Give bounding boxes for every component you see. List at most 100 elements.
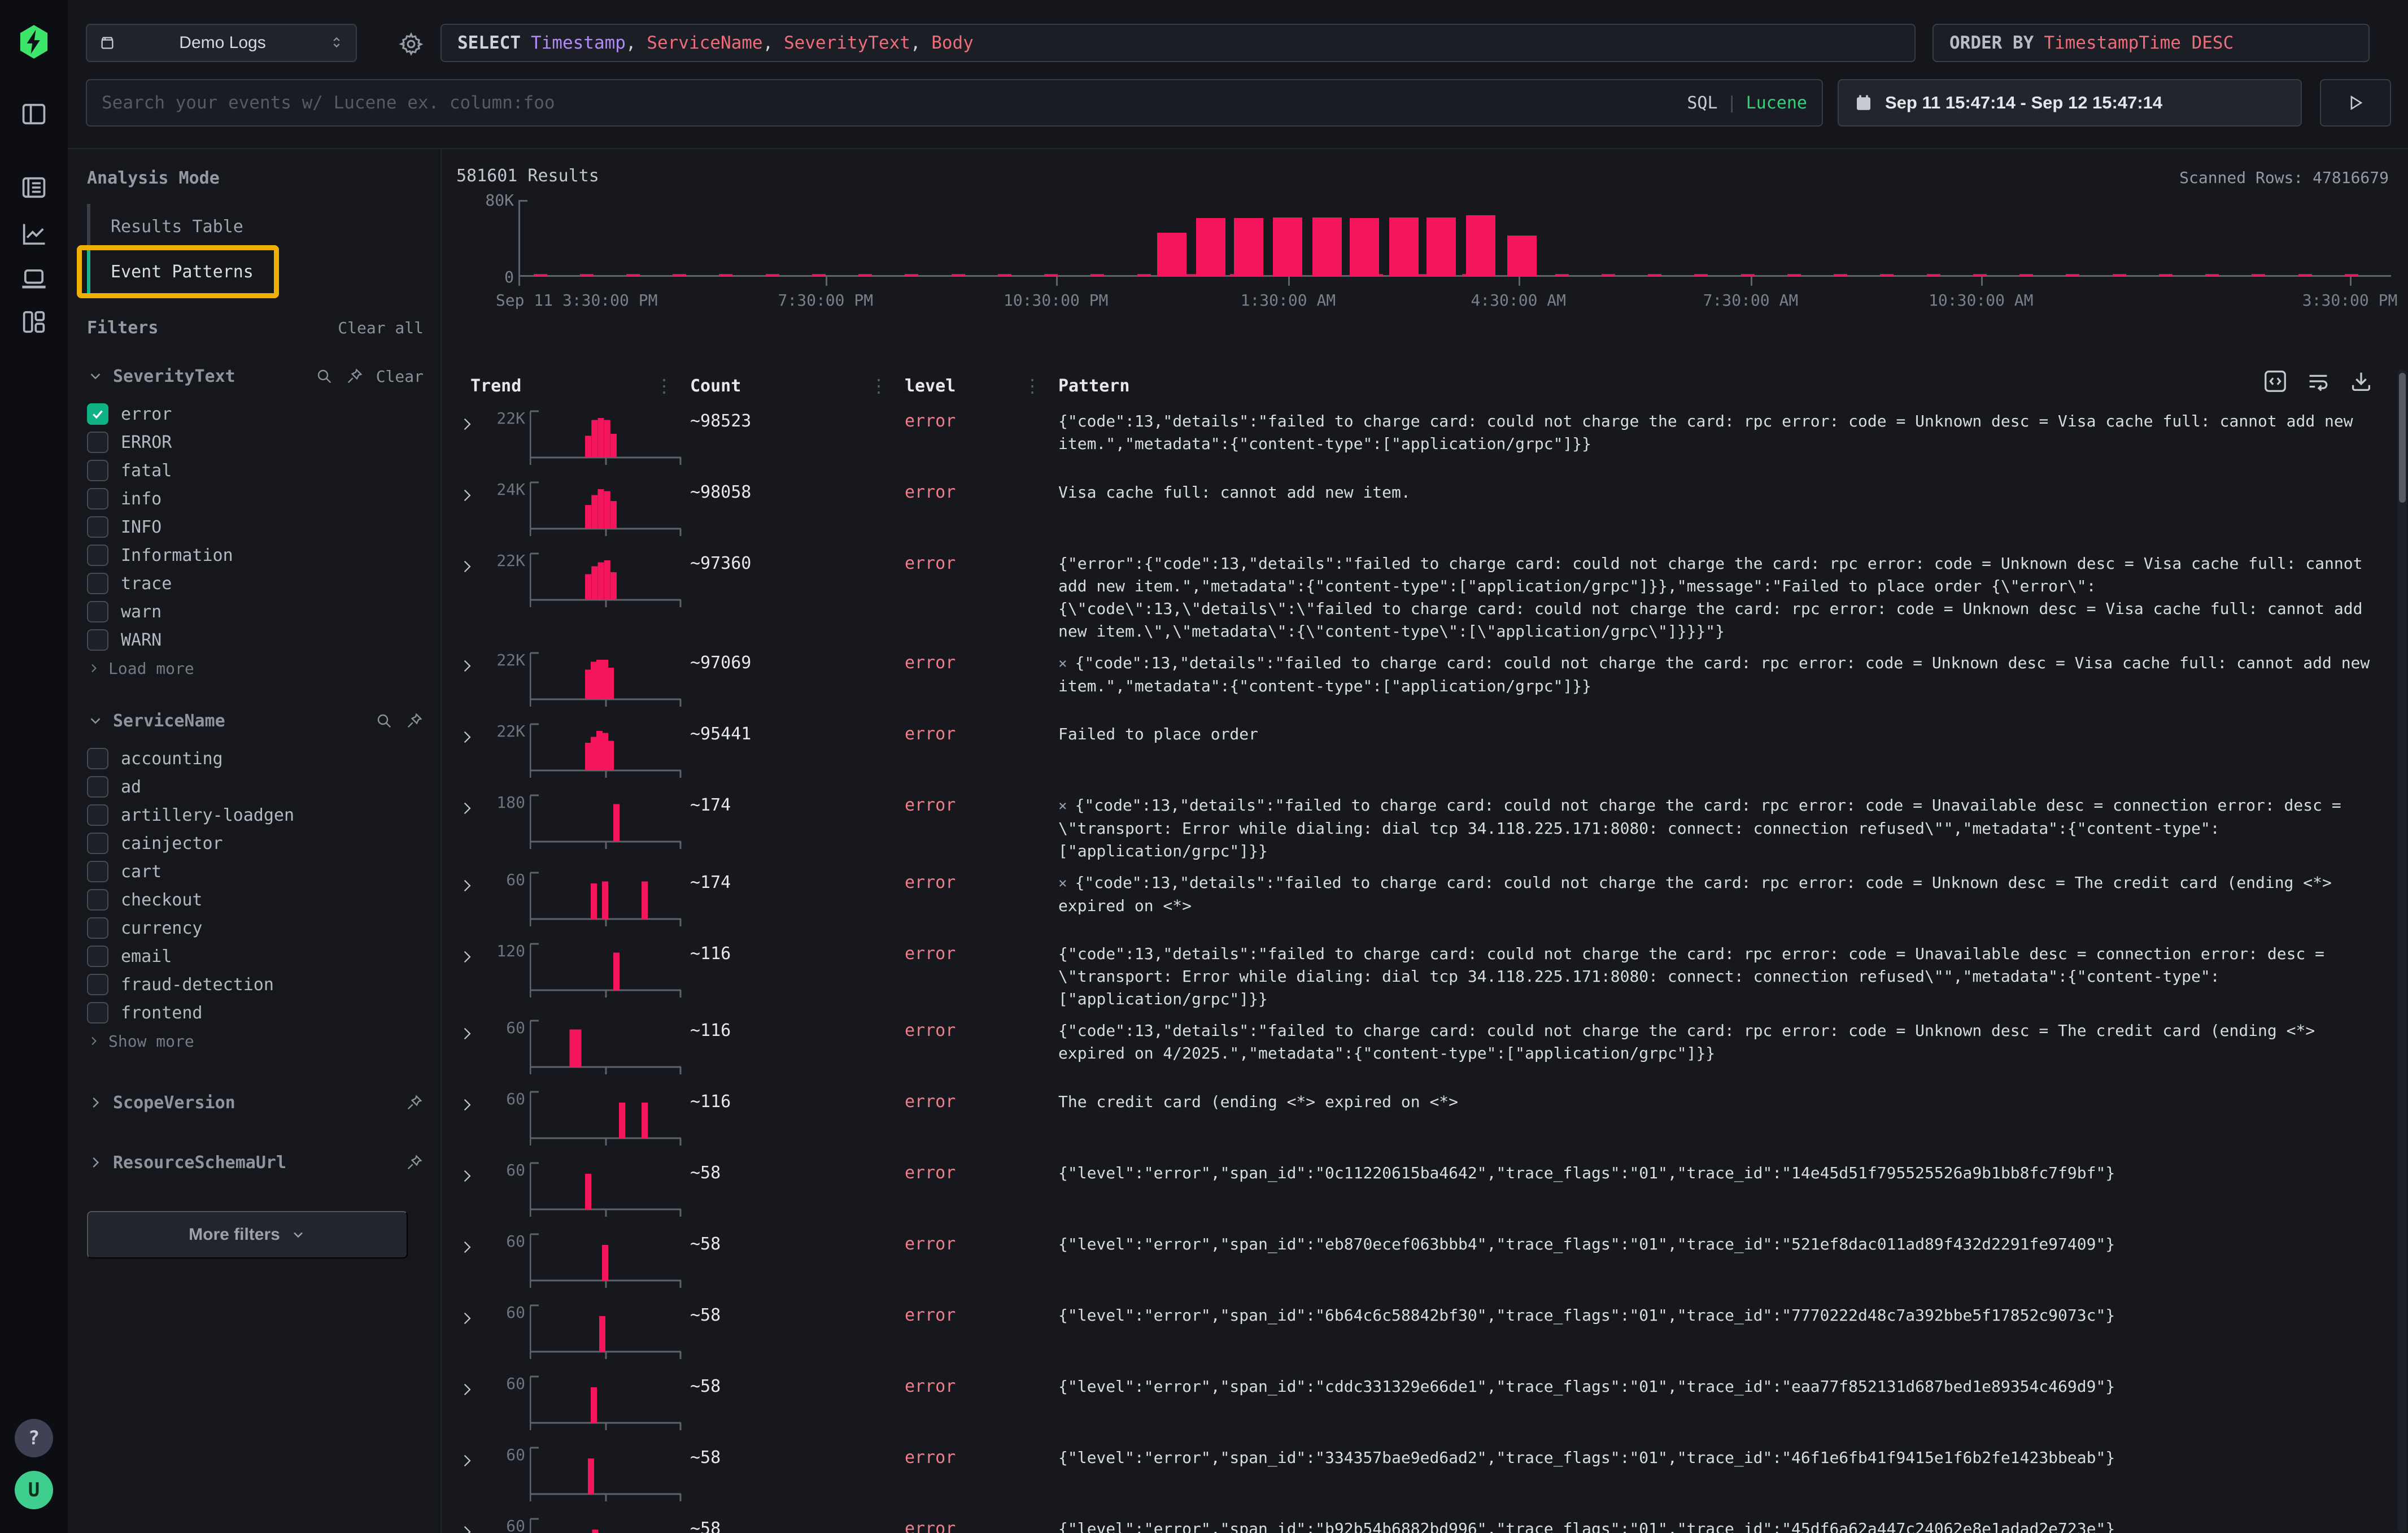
chevron-down-icon[interactable] xyxy=(87,368,104,385)
pattern-row[interactable]: 180 ~174 error ×{"code":13,"details":"fa… xyxy=(455,785,2397,863)
checkbox-unchecked[interactable] xyxy=(87,748,108,769)
checkbox-unchecked[interactable] xyxy=(87,601,108,622)
pattern-text[interactable]: {"level":"error","span_id":"6b64c6c58842… xyxy=(1058,1302,2397,1327)
view-source-icon[interactable] xyxy=(2262,368,2288,394)
exclude-pattern-icon[interactable]: × xyxy=(1058,655,1067,672)
analysis-mode-event-patterns[interactable]: Event Patterns xyxy=(87,249,273,294)
clear-all-button[interactable]: Clear all xyxy=(338,319,424,337)
chevron-right-icon[interactable] xyxy=(87,1154,104,1171)
filter-group-name[interactable]: ServiceName xyxy=(113,711,225,731)
filter-option-information[interactable]: Information xyxy=(87,541,424,569)
select-query-editor[interactable]: SELECT Timestamp, ServiceName, SeverityT… xyxy=(440,24,1916,62)
filter-option-ad[interactable]: ad xyxy=(87,773,424,801)
show-more-button[interactable]: Show more xyxy=(87,1027,424,1055)
column-header-count[interactable]: Count xyxy=(690,376,741,396)
filter-option-frontend[interactable]: frontend xyxy=(87,999,424,1027)
filter-group-name[interactable]: ResourceSchemaUrl xyxy=(113,1153,286,1173)
pattern-text[interactable]: {"code":13,"details":"failed to charge c… xyxy=(1058,408,2397,455)
filter-option-fraud-detection[interactable]: fraud-detection xyxy=(87,970,424,999)
column-header-trend[interactable]: Trend xyxy=(470,376,521,396)
pattern-text[interactable]: Failed to place order xyxy=(1058,721,2397,746)
column-resize-handle[interactable]: ⋮ xyxy=(870,375,888,397)
pattern-row[interactable]: 22K ~95441 error Failed to place order xyxy=(455,714,2397,785)
pattern-text[interactable]: {"level":"error","span_id":"eb870ecef063… xyxy=(1058,1231,2397,1256)
chart-explorer-icon[interactable] xyxy=(19,219,49,249)
mode-sql[interactable]: SQL xyxy=(1687,93,1717,113)
checkbox-unchecked[interactable] xyxy=(87,432,108,453)
search-logs-icon[interactable] xyxy=(19,173,49,202)
user-avatar[interactable]: U xyxy=(15,1471,53,1509)
search-input[interactable] xyxy=(102,93,1687,113)
help-button[interactable]: ? xyxy=(15,1419,53,1457)
column-header-pattern[interactable]: Pattern xyxy=(1058,376,1129,396)
row-expand-icon[interactable] xyxy=(459,1318,476,1329)
row-expand-icon[interactable] xyxy=(459,808,476,819)
filter-option-warn[interactable]: warn xyxy=(87,598,424,626)
row-expand-icon[interactable] xyxy=(459,1105,476,1116)
pattern-text[interactable]: {"code":13,"details":"failed to charge c… xyxy=(1058,1017,2397,1065)
pin-icon[interactable] xyxy=(405,1094,424,1112)
pattern-row[interactable]: 22K ~98523 error {"code":13,"details":"f… xyxy=(455,401,2397,472)
filter-option-warn[interactable]: WARN xyxy=(87,626,424,654)
filter-option-info[interactable]: INFO xyxy=(87,513,424,541)
filter-option-email[interactable]: email xyxy=(87,942,424,970)
pattern-row[interactable]: 60 ~58 error {"level":"error","span_id":… xyxy=(455,1295,2397,1366)
checkbox-unchecked[interactable] xyxy=(87,460,108,481)
search-icon[interactable] xyxy=(315,367,333,385)
gear-icon[interactable] xyxy=(399,32,424,56)
pattern-row[interactable]: 60 ~58 error {"level":"error","span_id":… xyxy=(455,1438,2397,1509)
run-query-button[interactable] xyxy=(2320,79,2391,127)
filter-option-info[interactable]: info xyxy=(87,485,424,513)
pattern-row[interactable]: 24K ~98058 error Visa cache full: cannot… xyxy=(455,472,2397,543)
filter-option-cainjector[interactable]: cainjector xyxy=(87,829,424,857)
chevron-down-icon[interactable] xyxy=(87,712,104,729)
pattern-row[interactable]: 22K ~97360 error {"error":{"code":13,"de… xyxy=(455,543,2397,643)
pattern-row[interactable]: 120 ~116 error {"code":13,"details":"fai… xyxy=(455,934,2397,1011)
query-language-toggle[interactable]: SQL | Lucene xyxy=(1687,93,1807,113)
checkbox-unchecked[interactable] xyxy=(87,516,108,538)
time-range-picker[interactable]: Sep 11 15:47:14 - Sep 12 15:47:14 xyxy=(1838,79,2302,127)
pattern-text[interactable]: ×{"code":13,"details":"failed to charge … xyxy=(1058,869,2397,917)
download-icon[interactable] xyxy=(2348,368,2374,394)
pattern-row[interactable]: 60 ~116 error The credit card (ending <*… xyxy=(455,1082,2397,1153)
pattern-row[interactable]: 60 ~58 error {"level":"error","span_id":… xyxy=(455,1153,2397,1224)
pattern-text[interactable]: {"level":"error","span_id":"0c11220615ba… xyxy=(1058,1160,2397,1184)
column-header-level[interactable]: level xyxy=(905,376,956,396)
filter-option-error[interactable]: error xyxy=(87,400,424,428)
scrollbar[interactable] xyxy=(2398,369,2407,1533)
load-more-button[interactable]: Load more xyxy=(87,654,424,682)
row-expand-icon[interactable] xyxy=(459,886,476,896)
pattern-row[interactable]: 60 ~58 error {"level":"error","span_id":… xyxy=(455,1366,2397,1438)
exclude-pattern-icon[interactable]: × xyxy=(1058,798,1067,815)
checkbox-unchecked[interactable] xyxy=(87,776,108,798)
pattern-row[interactable]: 60 ~58 error {"level":"error","span_id":… xyxy=(455,1224,2397,1295)
pattern-text[interactable]: ×{"code":13,"details":"failed to charge … xyxy=(1058,650,2397,698)
filter-option-fatal[interactable]: fatal xyxy=(87,456,424,485)
more-filters-button[interactable]: More filters xyxy=(87,1211,408,1258)
row-expand-icon[interactable] xyxy=(459,1390,476,1400)
filter-option-currency[interactable]: currency xyxy=(87,914,424,942)
filter-clear-button[interactable]: Clear xyxy=(376,367,424,386)
column-resize-handle[interactable]: ⋮ xyxy=(1023,375,1041,397)
pin-icon[interactable] xyxy=(405,712,424,730)
pin-icon[interactable] xyxy=(405,1153,424,1171)
column-resize-handle[interactable]: ⋮ xyxy=(655,375,673,397)
dashboards-icon[interactable] xyxy=(19,307,49,337)
checkbox-unchecked[interactable] xyxy=(87,1002,108,1024)
pattern-text[interactable]: ×{"code":13,"details":"failed to charge … xyxy=(1058,792,2397,863)
filter-option-trace[interactable]: trace xyxy=(87,569,424,598)
filter-option-checkout[interactable]: checkout xyxy=(87,886,424,914)
checkbox-unchecked[interactable] xyxy=(87,488,108,509)
filter-option-error[interactable]: ERROR xyxy=(87,428,424,456)
app-logo-icon[interactable] xyxy=(15,23,53,61)
row-expand-icon[interactable] xyxy=(459,957,476,968)
mode-lucene[interactable]: Lucene xyxy=(1746,93,1807,113)
checkbox-unchecked[interactable] xyxy=(87,629,108,651)
filter-group-name[interactable]: ScopeVersion xyxy=(113,1093,235,1113)
checkbox-unchecked[interactable] xyxy=(87,917,108,939)
scrollbar-thumb[interactable] xyxy=(2399,373,2406,503)
checkbox-unchecked[interactable] xyxy=(87,545,108,566)
row-expand-icon[interactable] xyxy=(459,666,476,677)
search-icon[interactable] xyxy=(375,712,393,730)
pattern-row[interactable]: 22K ~97069 error ×{"code":13,"details":"… xyxy=(455,643,2397,714)
